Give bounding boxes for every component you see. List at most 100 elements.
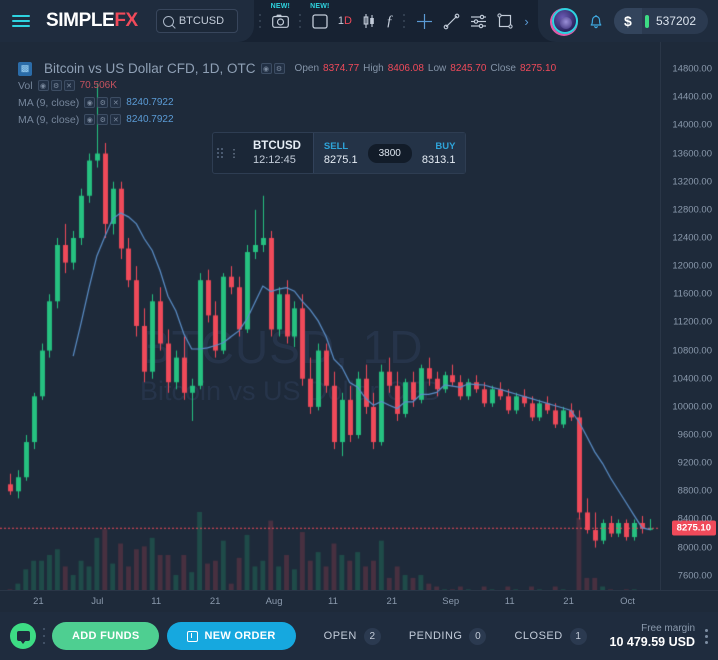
price-tick-label: 8800.00: [677, 485, 712, 497]
closed-count: 1: [569, 627, 587, 645]
settings-gear-icon[interactable]: ⚙: [97, 114, 109, 125]
time-tick-label: 21: [386, 596, 398, 607]
screenshot-button[interactable]: NEW!: [267, 0, 294, 42]
balance-indicator-bar: [644, 14, 649, 28]
price-tick-label: 10800.00: [672, 345, 712, 357]
time-tick-label: Jul: [91, 596, 104, 607]
legend-ma-row: MA (9, close) ◉ ⚙ ✕ 8240.7922: [18, 94, 556, 111]
ohlc-value-low: 8245.70: [450, 63, 487, 74]
symbol-search-value: BTCUSD: [178, 15, 225, 27]
close-icon[interactable]: ✕: [110, 97, 122, 108]
trend-line-icon: [444, 13, 460, 29]
new-order-icon: [187, 630, 199, 642]
free-margin-value: 10 479.59 USD: [609, 635, 695, 649]
add-funds-button[interactable]: ADD FUNDS: [52, 622, 160, 650]
interval-label: 1D: [337, 15, 352, 27]
sell-button[interactable]: SELL 8275.1: [324, 141, 358, 166]
visibility-toggle-icon[interactable]: ◉: [84, 97, 96, 108]
more-vertical-icon[interactable]: [701, 628, 708, 644]
app-logo[interactable]: SIMPLEFX: [46, 10, 138, 32]
volume-controls[interactable]: ◉ ⚙ ✕: [37, 80, 75, 91]
ohlc-values: Open 8374.77 High 8406.08 Low 8245.70 Cl…: [295, 63, 557, 74]
legend-ma-row: MA (9, close) ◉ ⚙ ✕ 8240.7922: [18, 111, 556, 128]
toolbar-divider: [403, 14, 406, 28]
legend-title-row: ▩ Bitcoin vs US Dollar CFD, 1D, OTC ◉ ⚙ …: [18, 60, 556, 77]
ohlc-key-low: Low: [427, 63, 447, 74]
ohlc-key-open: Open: [294, 63, 320, 74]
close-icon[interactable]: ✕: [63, 80, 75, 91]
price-tick-label: 12800.00: [672, 204, 712, 216]
settings-gear-icon[interactable]: ⚙: [273, 63, 285, 74]
time-tick-label: 11: [504, 596, 515, 607]
chart-type-button[interactable]: [357, 0, 381, 42]
price-tick-label: 10000.00: [672, 401, 712, 413]
ticket-menu-icon[interactable]: ⋮: [227, 133, 241, 173]
ticket-time: 12:12:45: [253, 154, 296, 166]
ohlc-value-open: 8374.77: [323, 63, 360, 74]
title-controls[interactable]: ◉ ⚙: [260, 63, 285, 74]
drag-handle-icon[interactable]: [213, 133, 227, 173]
visibility-toggle-icon[interactable]: ◉: [37, 80, 49, 91]
crosshair-tool-button[interactable]: [411, 0, 438, 42]
new-order-button[interactable]: NEW ORDER: [167, 622, 296, 650]
function-icon: ƒ: [385, 12, 394, 29]
interval-button[interactable]: 1D: [333, 0, 357, 42]
time-tick-label: Sep: [442, 596, 460, 607]
rectangle-icon: [497, 13, 514, 29]
pending-count: 0: [469, 627, 487, 645]
toolbar-divider: [258, 14, 262, 28]
ma-value: 8240.7922: [126, 97, 174, 108]
toolbar-expand-chevron-icon[interactable]: ›: [518, 14, 534, 29]
ohlc-key-close: Close: [490, 63, 516, 74]
logo-text-accent: FX: [114, 10, 138, 31]
price-axis[interactable]: 8275.10 14800.00 14400.00 14000.00 13600.00…: [660, 42, 718, 612]
top-bar-right-group: $ 537202: [537, 0, 718, 42]
settings-gear-icon[interactable]: ⚙: [50, 80, 62, 91]
ma-controls[interactable]: ◉ ⚙ ✕: [84, 114, 122, 125]
ma-label: MA (9, close): [18, 113, 80, 126]
chart-settings-button[interactable]: [465, 0, 492, 42]
chart-area[interactable]: BTCUSD, 1D Bitcoin vs US Dollar CFD ▩ Bi…: [0, 42, 718, 612]
closed-label: CLOSED: [514, 630, 563, 642]
time-axis[interactable]: 21 Jul 11 21 Aug 11 21 Sep 11 21 Oct: [0, 590, 718, 612]
price-tick-label: 13200.00: [672, 176, 712, 188]
new-badge: NEW!: [310, 3, 330, 10]
camera-icon: [271, 14, 289, 28]
bell-icon[interactable]: [588, 13, 604, 30]
trend-line-tool-button[interactable]: [438, 0, 465, 42]
ohlc-key-high: High: [363, 63, 384, 74]
chat-support-button[interactable]: [10, 623, 36, 649]
price-tick-label: 14000.00: [672, 119, 712, 131]
settings-gear-icon[interactable]: ⚙: [97, 97, 109, 108]
ma-controls[interactable]: ◉ ⚙ ✕: [84, 97, 122, 108]
order-ticket-widget[interactable]: ⋮ BTCUSD 12:12:45 SELL 8275.1 3800 BUY 8…: [212, 132, 467, 174]
hamburger-menu-icon[interactable]: [12, 15, 30, 27]
spread-value: 3800: [367, 143, 412, 163]
open-count: 2: [363, 627, 381, 645]
layout-button[interactable]: NEW!: [307, 0, 333, 42]
buy-button[interactable]: BUY 8313.1: [422, 141, 456, 166]
new-badge: NEW!: [270, 3, 291, 10]
indicators-button[interactable]: ƒ: [381, 0, 399, 42]
chart-title: Bitcoin vs US Dollar CFD, 1D, OTC: [44, 61, 256, 76]
closed-positions-stat[interactable]: CLOSED 1: [514, 627, 587, 645]
close-icon[interactable]: ✕: [110, 114, 122, 125]
visibility-toggle-icon[interactable]: ◉: [260, 63, 272, 74]
free-margin-label: Free margin: [641, 623, 695, 634]
sell-price: 8275.1: [323, 153, 358, 166]
legend-volume-row: Vol ◉ ⚙ ✕ 70.506K: [18, 77, 556, 94]
add-funds-label: ADD FUNDS: [72, 630, 140, 642]
pending-orders-stat[interactable]: PENDING 0: [409, 627, 487, 645]
open-positions-stat[interactable]: OPEN 2: [324, 627, 381, 645]
price-tick-label: 13600.00: [672, 148, 712, 160]
user-avatar[interactable]: [551, 8, 578, 34]
visibility-toggle-icon[interactable]: ◉: [84, 114, 96, 125]
rectangle-tool-button[interactable]: [492, 0, 518, 42]
new-order-label: NEW ORDER: [204, 630, 276, 642]
account-balance-pill[interactable]: $ 537202: [613, 8, 708, 34]
buy-label: BUY: [435, 140, 456, 152]
time-tick-label: 11: [151, 596, 162, 607]
search-icon: [162, 15, 174, 27]
symbol-search-input[interactable]: BTCUSD: [155, 9, 238, 33]
price-tick-label: 14400.00: [672, 91, 712, 103]
